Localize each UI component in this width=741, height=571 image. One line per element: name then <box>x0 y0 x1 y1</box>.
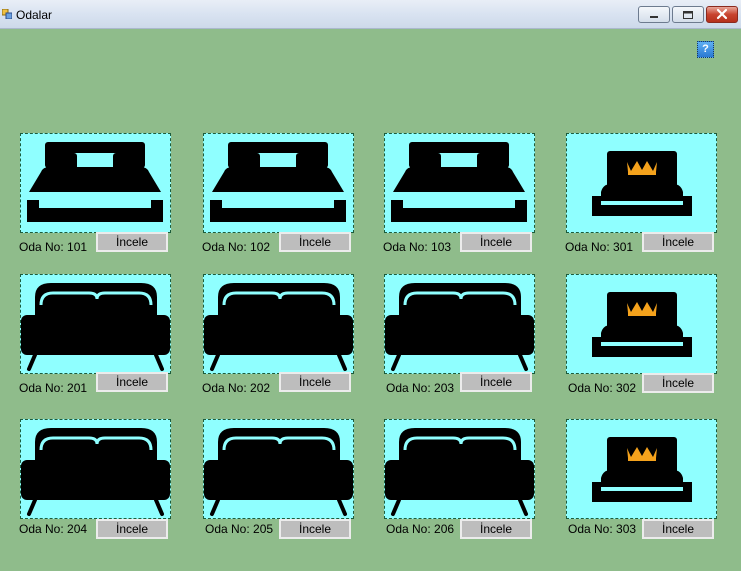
king-bed-icon <box>592 151 692 216</box>
room-card-image[interactable] <box>384 274 535 374</box>
restore-icon <box>683 11 693 19</box>
inspect-button[interactable]: İncele <box>460 519 532 539</box>
room-label: Oda No: 301 <box>565 240 634 254</box>
minimize-icon <box>650 16 658 18</box>
app-icon <box>2 9 12 19</box>
maximize-button[interactable] <box>672 6 704 23</box>
wide-bed-icon <box>204 428 353 516</box>
title-bar[interactable]: Odalar <box>0 0 741 29</box>
main-window: Odalar ? Oda No: 101 İncele Oda No: 102 … <box>0 0 741 571</box>
room-label: Oda No: 302 <box>568 381 637 395</box>
inspect-button[interactable]: İncele <box>96 232 168 252</box>
room-card-image[interactable] <box>203 274 354 374</box>
room-label: Oda No: 101 <box>19 240 88 254</box>
wide-bed-icon <box>385 283 534 371</box>
inspect-button[interactable]: İncele <box>279 232 351 252</box>
inspect-button[interactable]: İncele <box>642 232 714 252</box>
inspect-button[interactable]: İncele <box>642 373 714 393</box>
king-bed-icon <box>592 437 692 502</box>
room-card-image[interactable] <box>566 419 717 519</box>
room-label: Oda No: 204 <box>19 522 88 536</box>
minimize-button[interactable] <box>638 6 670 23</box>
wide-bed-icon <box>385 428 534 516</box>
room-card-image[interactable] <box>566 133 717 233</box>
window-title: Odalar <box>16 8 53 22</box>
close-button[interactable] <box>706 6 738 23</box>
room-label: Oda No: 103 <box>383 240 452 254</box>
help-button[interactable]: ? <box>697 41 714 58</box>
wide-bed-icon <box>204 283 353 371</box>
room-label: Oda No: 202 <box>202 381 271 395</box>
room-label: Oda No: 102 <box>202 240 271 254</box>
inspect-button[interactable]: İncele <box>96 519 168 539</box>
room-label: Oda No: 201 <box>19 381 88 395</box>
room-card-image[interactable] <box>203 419 354 519</box>
inspect-button[interactable]: İncele <box>642 519 714 539</box>
room-label: Oda No: 206 <box>386 522 455 536</box>
close-icon <box>716 8 728 20</box>
room-label: Oda No: 303 <box>568 522 637 536</box>
room-label: Oda No: 205 <box>205 522 274 536</box>
inspect-button[interactable]: İncele <box>279 519 351 539</box>
king-bed-icon <box>592 292 692 357</box>
inspect-button[interactable]: İncele <box>460 372 532 392</box>
wide-bed-icon <box>21 283 170 371</box>
room-card-image[interactable] <box>203 133 354 233</box>
room-card-image[interactable] <box>20 274 171 374</box>
inspect-button[interactable]: İncele <box>279 372 351 392</box>
double-bed-icon <box>210 142 346 222</box>
room-label: Oda No: 203 <box>386 381 455 395</box>
room-card-image[interactable] <box>566 274 717 374</box>
room-card-image[interactable] <box>384 133 535 233</box>
room-card-image[interactable] <box>384 419 535 519</box>
room-card-image[interactable] <box>20 419 171 519</box>
double-bed-icon <box>27 142 163 222</box>
room-card-image[interactable] <box>20 133 171 233</box>
inspect-button[interactable]: İncele <box>460 232 532 252</box>
wide-bed-icon <box>21 428 170 516</box>
inspect-button[interactable]: İncele <box>96 372 168 392</box>
double-bed-icon <box>391 142 527 222</box>
